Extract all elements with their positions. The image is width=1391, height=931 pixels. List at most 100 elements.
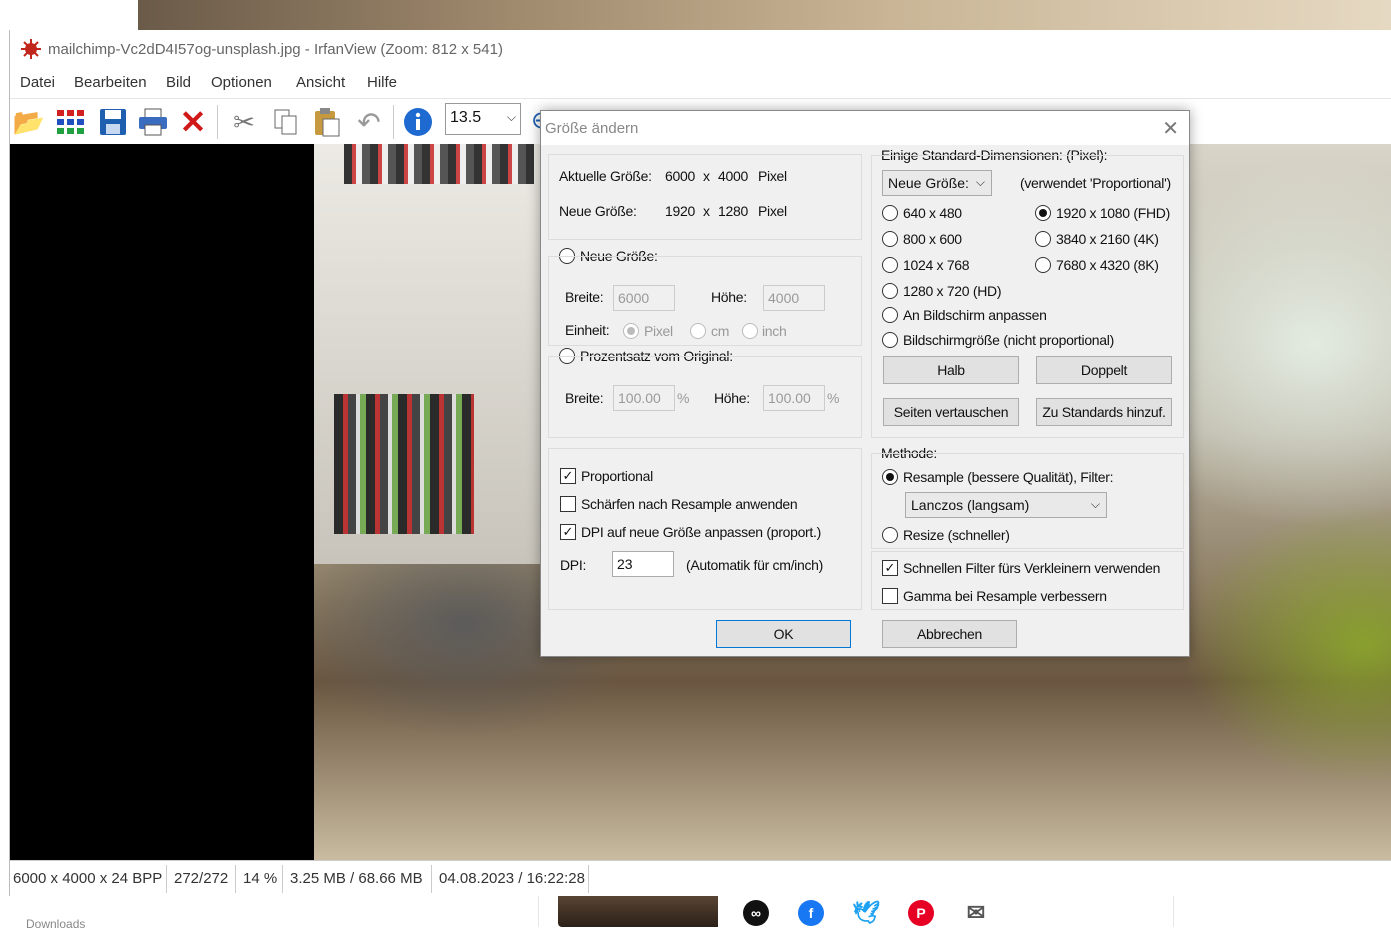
options-group: ✓ Proportional Schärfen nach Resample an…	[548, 448, 862, 610]
undo-icon[interactable]: ↶	[352, 105, 386, 139]
fast-filter-checkbox[interactable]: ✓	[882, 560, 898, 576]
std-640-radio[interactable]	[882, 205, 898, 221]
width-input[interactable]: 6000	[613, 285, 675, 311]
gamma-checkbox[interactable]	[882, 588, 898, 604]
screen-size-radio[interactable]	[882, 332, 898, 348]
menu-hilfe[interactable]: Hilfe	[367, 74, 397, 91]
chevron-down-icon: ⌵	[975, 175, 985, 189]
background-side-text: Downloads	[26, 917, 86, 931]
unit-cm-label: cm	[711, 323, 730, 339]
dialog-title-bar: Größe ändern ✕	[541, 111, 1189, 145]
resize-label: Resize (schneller)	[903, 527, 1010, 543]
pct-height-sign: %	[827, 390, 840, 406]
swap-sides-button[interactable]: Seiten vertauschen	[883, 398, 1019, 426]
new-times: x	[703, 203, 710, 219]
unit-pixel-label: Pixel	[644, 323, 673, 339]
facebook-icon[interactable]: f	[798, 900, 824, 926]
link-icon[interactable]: ∞	[743, 900, 769, 926]
std-1920-radio[interactable]	[1035, 205, 1051, 221]
current-unit: Pixel	[758, 168, 787, 184]
std-1920-label: 1920 x 1080 (FHD)	[1056, 205, 1170, 221]
add-to-standards-button[interactable]: Zu Standards hinzuf.	[1036, 398, 1172, 426]
pct-height-input[interactable]: 100.00	[763, 385, 825, 411]
dpi-input[interactable]: 23	[612, 551, 674, 577]
delete-icon[interactable]: ✕	[176, 104, 210, 140]
copy-icon[interactable]	[269, 105, 303, 139]
menu-ansicht[interactable]: Ansicht	[296, 74, 345, 91]
menu-optionen[interactable]: Optionen	[211, 74, 272, 91]
print-icon[interactable]	[136, 105, 170, 139]
current-size-label: Aktuelle Größe:	[559, 168, 652, 184]
filter-combo[interactable]: Lanczos (langsam) ⌵	[905, 492, 1107, 518]
width-label: Breite:	[565, 289, 604, 305]
twitter-icon[interactable]: 🕊	[852, 900, 880, 926]
sharpen-checkbox[interactable]	[560, 496, 576, 512]
std-7680-radio[interactable]	[1035, 257, 1051, 273]
current-times: x	[703, 168, 710, 184]
std-3840-label: 3840 x 2160 (4K)	[1056, 231, 1159, 247]
background-photo-strip	[138, 0, 1391, 32]
pct-height-label: Höhe:	[714, 390, 750, 406]
toolbar-separator	[217, 105, 218, 139]
std-size-combo[interactable]: Neue Größe: ⌵	[882, 170, 992, 196]
photo-bookshelf	[314, 144, 544, 564]
height-input[interactable]: 4000	[763, 285, 825, 311]
menu-bearbeiten[interactable]: Bearbeiten	[74, 74, 147, 91]
pct-width-input[interactable]: 100.00	[613, 385, 675, 411]
zoom-combobox[interactable]: 13.5 ⌵	[445, 103, 521, 135]
std-dims-group: Neue Größe: ⌵ (verwendet 'Proportional')…	[871, 155, 1184, 438]
std-800-radio[interactable]	[882, 231, 898, 247]
background-web-page: Downloads	[0, 895, 1391, 931]
window-title: mailchimp-Vc2dD4I57og-unsplash.jpg - Irf…	[48, 41, 503, 58]
gamma-label: Gamma bei Resample verbessern	[903, 588, 1107, 604]
menu-bar: Datei Bearbeiten Bild Optionen Ansicht H…	[10, 68, 1391, 98]
fast-filter-label: Schnellen Filter fürs Verkleinern verwen…	[903, 560, 1161, 576]
pct-width-label: Breite:	[565, 390, 604, 406]
std-1280-radio[interactable]	[882, 283, 898, 299]
std-1024-label: 1024 x 768	[903, 257, 970, 273]
size-info-group: Aktuelle Größe: 6000 x 4000 Pixel Neue G…	[548, 154, 862, 240]
ok-button[interactable]: OK	[716, 620, 851, 648]
new-size-label: Neue Größe:	[559, 203, 637, 219]
menu-datei[interactable]: Datei	[20, 74, 55, 91]
unit-inch-radio[interactable]	[742, 323, 758, 339]
menu-bild[interactable]: Bild	[166, 74, 191, 91]
new-unit: Pixel	[758, 203, 787, 219]
photo-books-top	[344, 144, 534, 184]
resize-radio[interactable]	[882, 527, 898, 543]
filter-options-group: ✓ Schnellen Filter fürs Verkleinern verw…	[871, 551, 1184, 610]
thumbnails-icon[interactable]	[54, 105, 88, 139]
irfanview-app-icon	[21, 39, 41, 59]
resample-radio[interactable]	[882, 469, 898, 485]
resize-dialog: Größe ändern ✕ Aktuelle Größe: 6000 x 40…	[540, 110, 1190, 657]
pinterest-icon[interactable]: P	[908, 900, 934, 926]
fit-screen-radio[interactable]	[882, 307, 898, 323]
current-height: 4000	[718, 168, 748, 184]
fit-screen-label: An Bildschirm anpassen	[903, 307, 1047, 323]
new-size-group: Breite: 6000 Höhe: 4000 Einheit: Pixel c…	[548, 256, 862, 346]
info-icon[interactable]	[401, 105, 435, 139]
std-3840-radio[interactable]	[1035, 231, 1051, 247]
cancel-button[interactable]: Abbrechen	[882, 620, 1017, 648]
open-folder-icon[interactable]: 📂	[12, 105, 46, 139]
unit-cm-radio[interactable]	[690, 323, 706, 339]
status-dimensions: 6000 x 4000 x 24 BPP	[13, 870, 163, 887]
proportional-checkbox[interactable]: ✓	[560, 468, 576, 484]
close-icon[interactable]: ✕	[1162, 116, 1179, 141]
resample-label: Resample (bessere Qualität), Filter:	[903, 469, 1114, 485]
status-bar: 6000 x 4000 x 24 BPP 272/272 14 % 3.25 M…	[10, 860, 1391, 896]
dpi-adjust-checkbox[interactable]: ✓	[560, 524, 576, 540]
double-button[interactable]: Doppelt	[1036, 356, 1172, 384]
screen-size-label: Bildschirmgröße (nicht proportional)	[903, 332, 1114, 348]
paste-icon[interactable]	[310, 105, 344, 139]
save-icon[interactable]	[96, 105, 130, 139]
std-1024-radio[interactable]	[882, 257, 898, 273]
mail-icon[interactable]: ✉	[963, 900, 989, 926]
std-1280-label: 1280 x 720 (HD)	[903, 283, 1002, 299]
half-button[interactable]: Halb	[883, 356, 1019, 384]
pct-width-sign: %	[677, 390, 690, 406]
proportional-label: Proportional	[581, 468, 653, 484]
status-index: 272/272	[174, 870, 229, 887]
cut-icon[interactable]: ✂	[227, 105, 261, 139]
unit-pixel-radio[interactable]	[623, 323, 639, 339]
